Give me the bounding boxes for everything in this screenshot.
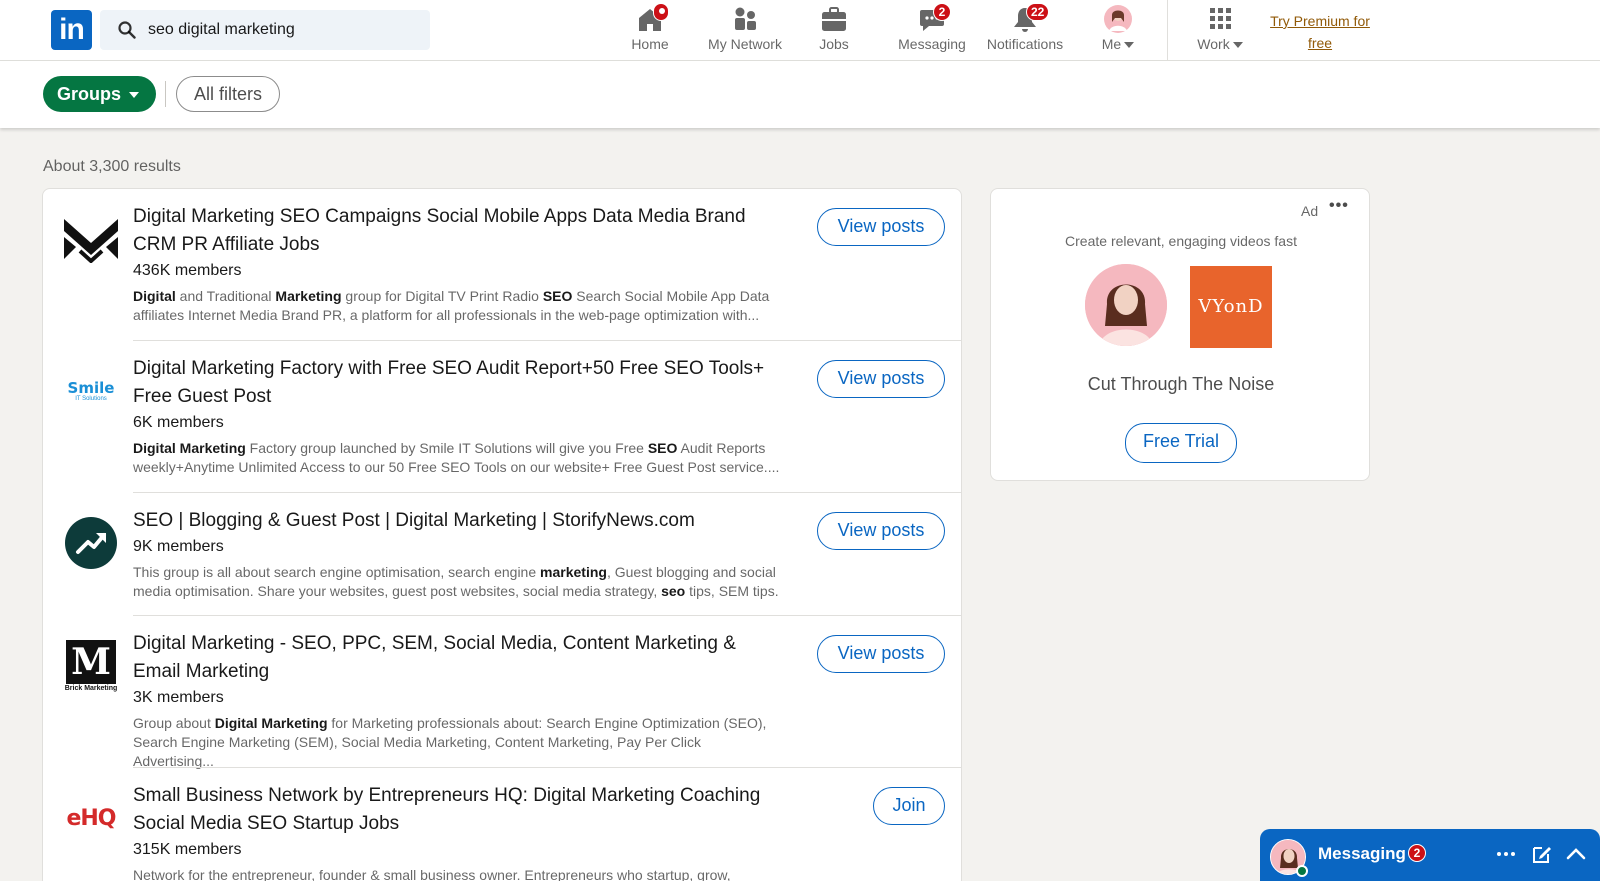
list-item[interactable]: Smile IT Solutions Digital Marketing Fac… [43, 341, 961, 493]
ad-label: Ad [1301, 203, 1319, 219]
nav-messaging-label: Messaging [898, 36, 966, 52]
nav-messaging[interactable]: 2 Messaging [896, 3, 968, 56]
group-logo: eHQ [61, 788, 121, 848]
list-item[interactable]: SEO | Blogging & Guest Post | Digital Ma… [43, 493, 961, 616]
nav-divider [1167, 0, 1168, 61]
messaging-overlay[interactable]: Messaging 2 [1260, 829, 1600, 881]
compose-icon[interactable] [1530, 842, 1554, 866]
list-item[interactable]: eHQ Small Business Network by Entreprene… [43, 768, 961, 881]
group-description: Group about Digital Marketing for Market… [133, 715, 767, 769]
home-notification-dot [653, 3, 669, 21]
group-logo: Smile IT Solutions [61, 361, 121, 421]
vyond-logo[interactable]: VYonD [1190, 266, 1272, 348]
view-posts-button[interactable]: View posts [817, 635, 945, 673]
nav-home-label: Home [631, 36, 669, 52]
nav-me[interactable]: Me [1094, 4, 1142, 56]
avatar [1104, 5, 1132, 33]
group-members: 315K members [133, 841, 242, 858]
linkedin-logo[interactable]: in [51, 10, 92, 50]
nav-notifications[interactable]: 22 Notifications [983, 3, 1067, 56]
notifications-badge: 22 [1026, 3, 1050, 21]
nav-work-label: Work [1197, 36, 1230, 52]
messaging-badge: 2 [933, 3, 951, 21]
group-title[interactable]: Digital Marketing SEO Campaigns Social M… [133, 203, 783, 259]
group-title[interactable]: Small Business Network by Entrepreneurs … [133, 782, 783, 838]
nav-jobs-label: Jobs [819, 36, 849, 52]
group-logo: M Brick Marketing [61, 636, 121, 696]
brick-logo-letter: M [66, 640, 116, 684]
join-button[interactable]: Join [873, 787, 945, 825]
free-trial-button[interactable]: Free Trial [1125, 423, 1237, 463]
group-title[interactable]: Digital Marketing - SEO, PPC, SEM, Socia… [133, 630, 783, 686]
nav-work[interactable]: Work [1192, 4, 1248, 56]
search-filter-bar: Groups All filters [0, 61, 1600, 128]
chevron-down-icon [1124, 42, 1135, 49]
nav-home[interactable]: Home [622, 3, 678, 56]
group-members: 3K members [133, 689, 224, 706]
filter-divider [165, 81, 166, 107]
try-premium-line1: Try Premium for [1270, 13, 1370, 29]
group-members: 436K members [133, 262, 242, 279]
brick-logo-subtext: Brick Marketing [64, 685, 118, 692]
smile-logo-text: Smile [67, 378, 115, 397]
view-posts-button[interactable]: View posts [817, 208, 945, 246]
group-description: Network for the entrepreneur, founder & … [133, 867, 731, 881]
group-description: Digital Marketing Factory group launched… [133, 440, 780, 475]
search-icon [118, 21, 136, 39]
briefcase-icon [822, 7, 846, 31]
results-count: About 3,300 results [43, 158, 181, 175]
nav-jobs[interactable]: Jobs [814, 4, 854, 56]
groups-filter-button[interactable]: Groups [43, 76, 156, 112]
chevron-up-icon[interactable] [1564, 842, 1588, 866]
search-input[interactable] [148, 10, 418, 50]
list-item[interactable]: Digital Marketing SEO Campaigns Social M… [43, 189, 961, 341]
list-item[interactable]: M Brick Marketing Digital Marketing - SE… [43, 616, 961, 769]
nav-me-label: Me [1101, 36, 1122, 52]
try-premium-link[interactable]: Try Premium for free [1260, 10, 1380, 54]
try-premium-line2: free [1307, 35, 1333, 51]
nav-my-network[interactable]: My Network [700, 4, 790, 56]
ad-card: Ad ••• Create relevant, engaging videos … [990, 188, 1370, 481]
grid-icon [1210, 8, 1231, 29]
trend-arrow-icon [65, 517, 117, 569]
dm-group-logo-icon [64, 219, 118, 263]
chevron-down-icon [1232, 42, 1243, 49]
group-title[interactable]: SEO | Blogging & Guest Post | Digital Ma… [133, 507, 783, 535]
ad-tagline: Create relevant, engaging videos fast [1065, 233, 1297, 249]
more-icon[interactable] [1494, 842, 1518, 866]
avatar [1085, 264, 1167, 346]
group-description: This group is all about search engine op… [133, 564, 779, 599]
group-members: 9K members [133, 538, 224, 555]
group-members: 6K members [133, 414, 224, 431]
ad-more-icon[interactable]: ••• [1329, 197, 1349, 215]
groups-filter-label: Groups [57, 84, 122, 104]
messaging-count-badge: 2 [1408, 844, 1426, 862]
nav-my-network-label: My Network [708, 36, 782, 52]
group-title[interactable]: Digital Marketing Factory with Free SEO … [133, 355, 783, 411]
network-icon [735, 7, 756, 30]
global-nav: in Home My Network [0, 0, 1600, 61]
view-posts-button[interactable]: View posts [817, 512, 945, 550]
search-results-list: Digital Marketing SEO Campaigns Social M… [42, 188, 962, 881]
chevron-down-icon [129, 92, 140, 99]
search-box[interactable] [100, 10, 430, 50]
ad-member-avatar [1085, 264, 1167, 346]
group-logo [61, 513, 121, 573]
group-description: Digital and Traditional Marketing group … [133, 288, 770, 323]
ehq-logo-text: eHQ [66, 805, 116, 831]
group-logo [61, 209, 121, 269]
messaging-label: Messaging [1318, 844, 1406, 863]
view-posts-button[interactable]: View posts [817, 360, 945, 398]
all-filters-button[interactable]: All filters [176, 76, 280, 112]
nav-notifications-label: Notifications [986, 36, 1064, 52]
ad-headline: Cut Through The Noise [1087, 374, 1275, 394]
online-status-dot [1296, 865, 1308, 877]
